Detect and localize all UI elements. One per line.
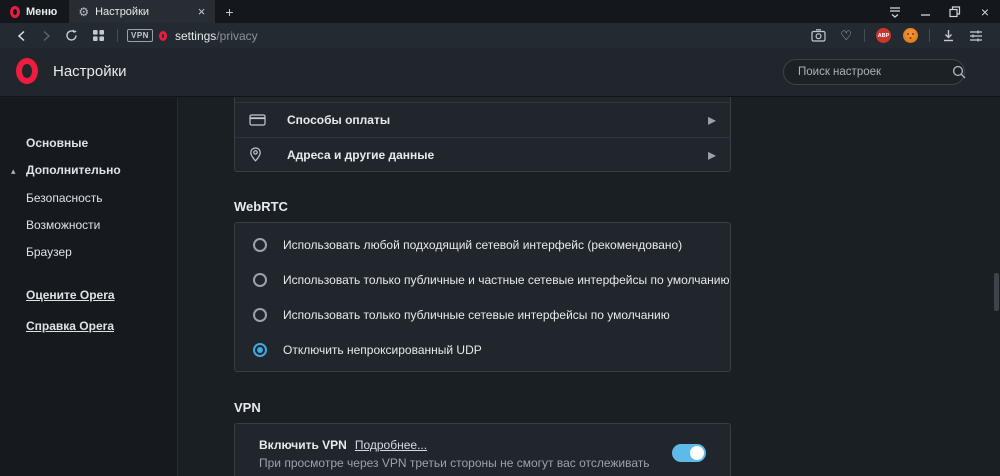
option-label: Использовать только публичные и частные … (283, 273, 729, 287)
address-bar: VPN settings/privacy ♡ ABP (0, 23, 1000, 48)
sidebar-item-security[interactable]: Безопасность (26, 191, 103, 205)
option-label: Использовать только публичные сетевые ин… (283, 308, 670, 322)
webrtc-option-row[interactable]: Использовать только публичные сетевые ин… (235, 297, 730, 332)
restore-button[interactable] (940, 0, 970, 23)
sidebar-link-rate-opera[interactable]: Оцените Opera (26, 288, 115, 302)
divider (929, 29, 930, 42)
webrtc-option-row[interactable]: Использовать только публичные и частные … (235, 262, 730, 297)
reload-icon[interactable] (58, 23, 85, 48)
divider (117, 29, 118, 42)
search-icon (952, 65, 966, 79)
page-title: Настройки (53, 63, 127, 80)
radio-unselected-icon[interactable] (253, 308, 267, 322)
tab-settings[interactable]: ⚙ Настройки × (69, 0, 215, 23)
settings-header: Настройки (0, 48, 1000, 97)
vpn-details-link[interactable]: Подробнее... (355, 438, 427, 452)
vpn-badge[interactable]: VPN (127, 29, 153, 42)
speed-dial-grid-icon[interactable] (85, 23, 112, 48)
opera-menu-button[interactable]: Меню (0, 0, 69, 23)
vpn-toggle-label: Включить VPN (259, 438, 347, 452)
row-label: Способы оплаты (287, 113, 708, 127)
search-input[interactable] (798, 66, 952, 78)
vpn-description: При просмотре через VPN третьи стороны н… (259, 456, 706, 470)
addresses-row[interactable]: Адреса и другие данные ▸ (235, 137, 730, 171)
settings-content: Основные ▴ Дополнительно Безопасность Во… (0, 98, 1000, 476)
webrtc-card: Использовать любой подходящий сетевой ин… (234, 222, 731, 372)
sidebar-item-browser[interactable]: Браузер (26, 245, 72, 259)
forward-icon[interactable] (34, 23, 58, 48)
chevron-right-icon: ▸ (708, 145, 716, 165)
sidebar-item-basic[interactable]: Основные (26, 136, 88, 150)
extension-icon[interactable] (903, 28, 918, 43)
vpn-enable-row: Включить VPN Подробнее... При просмотре … (235, 424, 730, 470)
vpn-toggle-on[interactable] (672, 444, 706, 462)
divider (864, 29, 865, 42)
radio-unselected-icon[interactable] (253, 238, 267, 252)
url-subpath: /privacy (216, 29, 257, 43)
tab-menu-icon[interactable] (880, 0, 910, 23)
site-opera-icon (159, 31, 167, 41)
sidebar-link-help-opera[interactable]: Справка Opera (26, 319, 114, 333)
menu-button-label: Меню (26, 6, 57, 18)
option-label: Использовать любой подходящий сетевой ин… (283, 238, 682, 252)
radio-selected-icon[interactable] (253, 343, 267, 357)
tune-panels-icon[interactable] (962, 23, 990, 48)
back-icon[interactable] (10, 23, 34, 48)
option-label: Отключить непроксированный UDP (283, 343, 482, 357)
adblock-extension-icon[interactable]: ABP (876, 28, 891, 43)
chevron-right-icon: ▸ (708, 110, 716, 130)
sidebar-item-advanced[interactable]: Дополнительно (26, 163, 121, 177)
opera-logo (16, 58, 38, 84)
snapshot-camera-icon[interactable] (804, 23, 833, 48)
opera-logo-icon (10, 6, 20, 18)
triangle-up-icon: ▴ (11, 166, 16, 177)
settings-search[interactable] (783, 59, 965, 85)
toggle-knob (690, 446, 704, 460)
credit-card-icon (249, 114, 287, 126)
radio-unselected-icon[interactable] (253, 273, 267, 287)
minimize-button[interactable] (910, 0, 940, 23)
webrtc-option-row[interactable]: Отключить непроксированный UDP (235, 332, 730, 367)
sidebar-item-features[interactable]: Возможности (26, 218, 100, 232)
close-window-button[interactable]: × (970, 0, 1000, 23)
url-path: settings (175, 29, 216, 43)
vpn-heading: VPN (234, 400, 731, 415)
tab-close-icon[interactable]: × (194, 5, 210, 18)
bookmark-heart-icon[interactable]: ♡ (833, 23, 859, 48)
row-label: Адреса и другие данные (287, 148, 708, 162)
downloads-icon[interactable] (935, 23, 962, 48)
gear-icon: ⚙ (78, 6, 89, 18)
scrollbar-thumb[interactable] (994, 273, 999, 311)
tab-bar: Меню ⚙ Настройки × + × (0, 0, 1000, 23)
browser-window: Меню ⚙ Настройки × + × (0, 0, 1000, 476)
url-text[interactable]: settings/privacy (175, 29, 258, 43)
autofill-card: Способы оплаты ▸ Адреса и другие данные … (234, 97, 731, 172)
vpn-card: Включить VPN Подробнее... При просмотре … (234, 423, 731, 476)
webrtc-option-row[interactable]: Использовать любой подходящий сетевой ин… (235, 227, 730, 262)
payment-methods-row[interactable]: Способы оплаты ▸ (235, 103, 730, 137)
sidebar: Основные ▴ Дополнительно Безопасность Во… (0, 98, 178, 476)
new-tab-button[interactable]: + (215, 0, 243, 23)
tab-title: Настройки (95, 6, 194, 18)
location-pin-icon (249, 147, 287, 162)
webrtc-heading: WebRTC (234, 199, 731, 214)
main-pane: Способы оплаты ▸ Адреса и другие данные … (234, 97, 731, 476)
